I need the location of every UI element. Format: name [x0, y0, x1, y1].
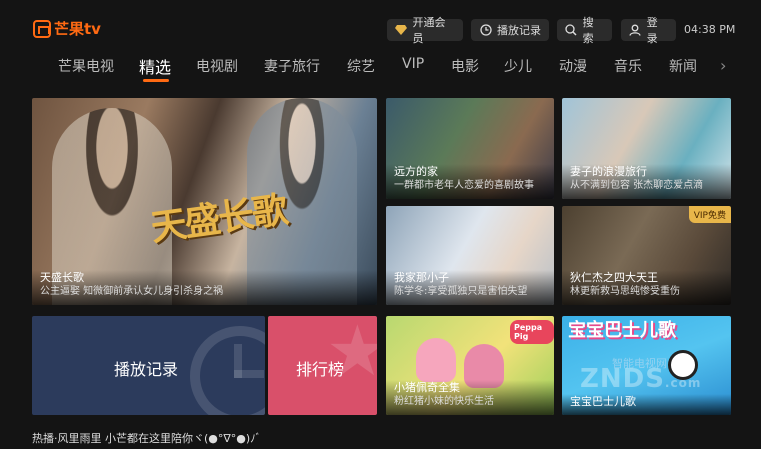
card-title: 狄仁杰之四大天王 — [570, 271, 658, 284]
search-icon — [565, 24, 578, 37]
card-subtitle: 从不满到包容 张杰聊恋爱点滴 — [570, 180, 704, 191]
logo-text: 芒果tv — [54, 20, 101, 38]
card-caption: 狄仁杰之四大天王 林更新救马思纯惨受重伤 — [562, 270, 731, 305]
category-tabs: 芒果电视 精选 电视剧 妻子旅行 综艺 VIP 电影 少儿 动漫 音乐 新闻 › — [0, 52, 761, 86]
ranking-shortcut-label: 排行榜 — [296, 360, 345, 379]
card-art-title: 宝宝巴士儿歌 — [568, 320, 676, 341]
card-caption: 小猪佩奇全集 粉红猪小妹的快乐生活 — [386, 380, 554, 415]
hero-subtitle: 公主逼娶 知微御前承认女儿身引杀身之祸 — [40, 286, 224, 297]
content-card[interactable]: 妻子的浪漫旅行 从不满到包容 张杰聊恋爱点滴 — [562, 98, 731, 199]
card-caption: 我家那小子 陈学冬:享受孤独只是害怕失望 — [386, 270, 554, 305]
card-caption: 妻子的浪漫旅行 从不满到包容 张杰聊恋爱点滴 — [562, 164, 731, 199]
content-card[interactable]: Peppa Pig 小猪佩奇全集 粉红猪小妹的快乐生活 — [386, 316, 554, 415]
tab-wife-travel[interactable]: 妻子旅行 — [264, 56, 320, 76]
content-card[interactable]: 我家那小子 陈学冬:享受孤独只是害怕失望 — [386, 206, 554, 305]
card-subtitle: 粉红猪小妹的快乐生活 — [394, 396, 494, 407]
history-button[interactable]: 播放记录 — [471, 19, 549, 41]
hero-title: 天盛长歌 — [40, 271, 84, 284]
vip-button[interactable]: 开通会员 — [387, 16, 463, 45]
znds-watermark: ZNDS.com — [580, 364, 701, 394]
card-title: 妻子的浪漫旅行 — [570, 165, 647, 178]
login-button-label: 登录 — [646, 16, 658, 45]
user-icon — [629, 24, 642, 37]
clock-icon — [479, 24, 492, 37]
peppa-figure — [416, 338, 456, 382]
card-title: 我家那小子 — [394, 271, 449, 284]
content-card[interactable]: 远方的家 一群都市老年人恋爱的喜剧故事 — [386, 98, 554, 199]
trending-ticker: 热播·风里雨里 小芒都在这里陪你ヾ(●°∇°●)ﾉﾞ — [32, 432, 262, 445]
tab-movies[interactable]: 电影 — [451, 56, 479, 76]
history-shortcut-tile[interactable]: 播放记录 — [32, 316, 265, 415]
history-button-label: 播放记录 — [497, 24, 541, 37]
hero-caption: 天盛长歌 公主逼娶 知微御前承认女儿身引杀身之祸 — [32, 270, 377, 305]
card-caption: 宝宝巴士儿歌 — [562, 394, 731, 415]
tab-mango-tv[interactable]: 芒果电视 — [58, 56, 114, 76]
mango-logo-icon — [33, 19, 51, 38]
card-title: 远方的家 — [394, 165, 438, 178]
tab-news[interactable]: 新闻 — [669, 56, 697, 76]
tab-anime[interactable]: 动漫 — [559, 56, 587, 76]
card-subtitle: 林更新救马思纯惨受重伤 — [570, 286, 680, 297]
header: 芒果tv 开通会员 播放记录 搜索 登录 04:38 PM — [0, 0, 761, 52]
tab-vip[interactable]: VIP — [402, 56, 424, 72]
history-shortcut-label: 播放记录 — [114, 360, 179, 379]
login-button[interactable]: 登录 — [621, 16, 676, 45]
tab-music[interactable]: 音乐 — [614, 56, 642, 76]
card-subtitle: 陈学冬:享受孤独只是害怕失望 — [394, 286, 528, 297]
clock-time: 04:38 PM — [684, 23, 736, 36]
peppa-pig-logo: Peppa Pig — [510, 320, 554, 344]
tab-kids[interactable]: 少儿 — [504, 56, 532, 76]
active-tab-indicator — [143, 79, 169, 82]
content-card[interactable]: VIP免费 狄仁杰之四大天王 林更新救马思纯惨受重伤 — [562, 206, 731, 305]
search-button-label: 搜索 — [582, 16, 594, 45]
search-button[interactable]: 搜索 — [557, 16, 612, 45]
diamond-icon — [395, 24, 408, 37]
watermark-suffix: .com — [664, 376, 702, 390]
clock-icon — [190, 326, 265, 415]
card-subtitle: 一群都市老年人恋爱的喜剧故事 — [394, 180, 534, 191]
vip-button-label: 开通会员 — [412, 16, 446, 45]
mango-tv-logo[interactable]: 芒果tv — [33, 18, 101, 39]
tab-featured[interactable]: 精选 — [139, 54, 171, 78]
vip-free-badge: VIP免费 — [688, 206, 731, 223]
tab-variety[interactable]: 综艺 — [347, 56, 375, 76]
chevron-right-icon[interactable]: › — [720, 56, 726, 75]
hero-card[interactable]: 天盛长歌 天盛长歌 公主逼娶 知微御前承认女儿身引杀身之祸 — [32, 98, 377, 305]
tab-tv-series[interactable]: 电视剧 — [196, 56, 238, 76]
watermark-main: ZNDS — [580, 364, 665, 394]
ranking-shortcut-tile[interactable]: ★ 排行榜 — [268, 316, 377, 415]
card-title: 宝宝巴士儿歌 — [570, 395, 636, 408]
card-caption: 远方的家 一群都市老年人恋爱的喜剧故事 — [386, 164, 554, 199]
card-title: 小猪佩奇全集 — [394, 381, 460, 394]
